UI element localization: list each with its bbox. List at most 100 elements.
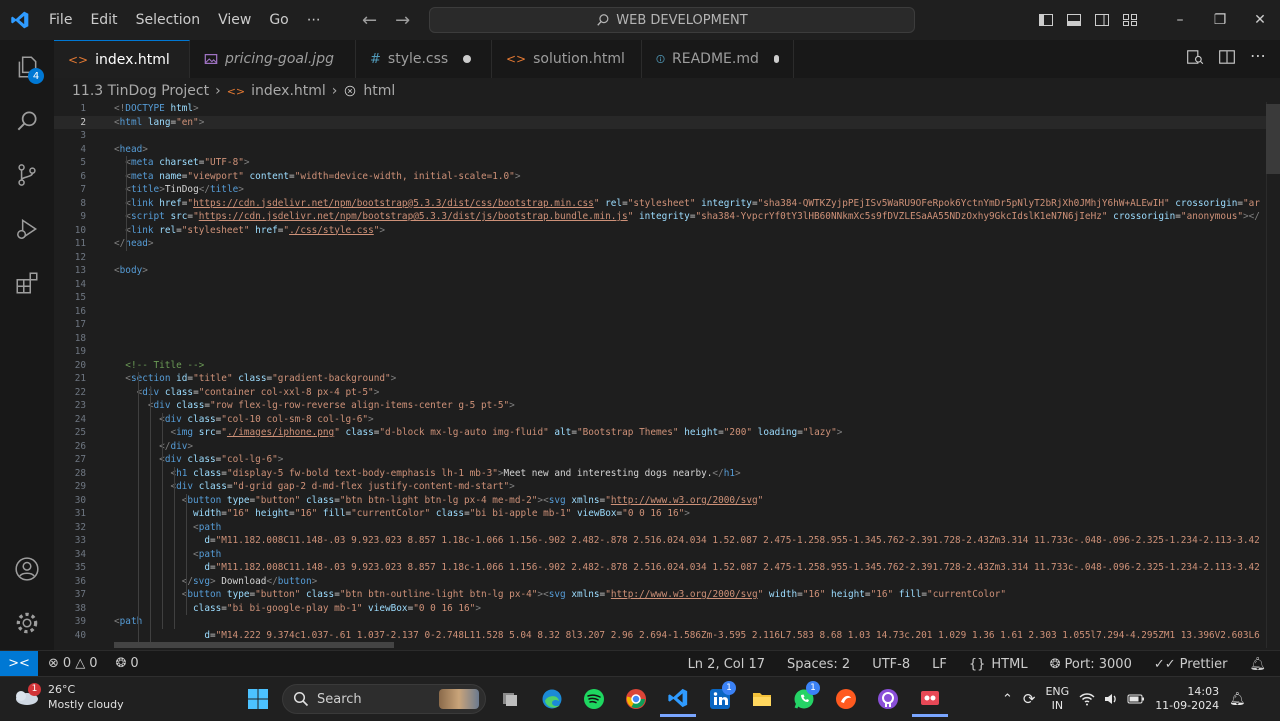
line-content[interactable]: d="M11.182.008C11.148-.03 9.923.023 8.85… <box>114 534 1260 548</box>
line-content[interactable]: </head> <box>114 237 154 251</box>
code-line[interactable]: 26 </div> <box>54 440 1266 454</box>
code-line[interactable]: 14 <box>54 278 1266 292</box>
whatsapp-app[interactable]: 1 <box>786 681 822 717</box>
code-editor[interactable]: 1 <!DOCTYPE html> 2 <html lang="en"> 3 4 <head… <box>54 102 1266 648</box>
code-line[interactable]: 8 <link href="https://cdn.jsdelivr.net/n… <box>54 197 1266 211</box>
bell-icon[interactable]: 🔔︎ <box>1249 657 1266 672</box>
split-editor-icon[interactable] <box>1218 48 1236 66</box>
code-line[interactable]: 27 <div class="col-lg-6"> <box>54 453 1266 467</box>
end-of-line[interactable]: LF <box>932 657 947 672</box>
menu-view[interactable]: View <box>209 0 260 40</box>
line-content[interactable]: <link href="https://cdn.jsdelivr.net/npm… <box>114 197 1260 211</box>
line-content[interactable]: </div> <box>114 440 193 454</box>
spotify-app[interactable] <box>576 681 612 717</box>
code-line[interactable]: 30 <button type="button" class="btn btn-… <box>54 494 1266 508</box>
code-line[interactable]: 2 <html lang="en"> <box>54 115 1266 129</box>
red-app[interactable] <box>828 681 864 717</box>
horizontal-scrollbar-thumb[interactable] <box>114 642 394 648</box>
vscode-logo-icon[interactable] <box>0 0 40 40</box>
vscode-app[interactable] <box>660 681 696 717</box>
line-content[interactable]: <path <box>114 521 221 535</box>
search-view-button[interactable] <box>0 94 54 148</box>
weather-widget[interactable]: 1 26°C Mostly cloudy <box>12 682 124 712</box>
line-content[interactable]: width="16" height="16" fill="currentColo… <box>114 507 690 521</box>
code-line[interactable]: 23 <div class="row flex-lg-row-reverse a… <box>54 399 1266 413</box>
code-line[interactable]: 37 <button type="button" class="btn btn-… <box>54 588 1266 602</box>
start-button[interactable] <box>240 681 276 717</box>
scrollbar-thumb[interactable] <box>1266 104 1280 174</box>
command-center-search[interactable]: WEB DEVELOPMENT <box>429 7 915 33</box>
code-line[interactable]: 28 <h1 class="display-5 fw-bold text-bod… <box>54 467 1266 481</box>
code-line[interactable]: 29 <div class="d-grid gap-2 d-md-flex ju… <box>54 480 1266 494</box>
line-content[interactable]: <head> <box>114 143 148 157</box>
more-actions-icon[interactable]: ⋯ <box>1250 48 1266 66</box>
encoding[interactable]: UTF-8 <box>872 657 910 672</box>
line-content[interactable]: <title>TinDog</title> <box>114 183 244 197</box>
tab-pricing-goal-jpg[interactable]: pricing-goal.jpg <box>190 40 356 78</box>
code-line[interactable]: 34 <path <box>54 548 1266 562</box>
remote-indicator-button[interactable]: >< <box>0 650 38 677</box>
line-content[interactable]: <!-- Title --> <box>114 359 204 373</box>
toggle-secondary-sidebar-icon[interactable] <box>1094 12 1110 28</box>
code-line[interactable]: 12 <box>54 251 1266 265</box>
code-line[interactable]: 38 class="bi bi-google-play mb-1" viewBo… <box>54 602 1266 616</box>
code-line[interactable]: 9 <script src="https://cdn.jsdelivr.net/… <box>54 210 1266 224</box>
code-line[interactable]: 11 </head> <box>54 237 1266 251</box>
code-line[interactable]: 4 <head> <box>54 143 1266 157</box>
chrome-app[interactable] <box>618 681 654 717</box>
code-line[interactable]: 21 <section id="title" class="gradient-b… <box>54 372 1266 386</box>
code-line[interactable]: 15 <box>54 291 1266 305</box>
extensions-button[interactable] <box>0 256 54 310</box>
line-content[interactable]: <body> <box>114 264 148 278</box>
forward-arrow-icon[interactable]: → <box>395 10 410 31</box>
open-preview-icon[interactable] <box>1186 48 1204 66</box>
code-line[interactable]: 24 <div class="col-10 col-sm-8 col-lg-6"… <box>54 413 1266 427</box>
unsaved-dot-icon[interactable] <box>463 55 472 63</box>
problems-button[interactable]: ⊗ 0 △ 0 <box>48 656 97 671</box>
sync-icon[interactable]: ⟳ <box>1023 690 1036 708</box>
code-line[interactable]: 22 <div class="container col-xxl-8 px-4 … <box>54 386 1266 400</box>
accounts-button[interactable] <box>0 542 54 596</box>
line-content[interactable]: d="M11.182.008C11.148-.03 9.923.023 8.85… <box>114 561 1260 575</box>
tab-solution-html[interactable]: <> solution.html <box>492 40 642 78</box>
code-line[interactable]: 6 <meta name="viewport" content="width=d… <box>54 170 1266 184</box>
explorer-button[interactable]: 4 <box>0 40 54 94</box>
line-content[interactable]: <button type="button" class="btn btn-out… <box>114 588 1006 602</box>
menu-edit[interactable]: Edit <box>81 0 126 40</box>
code-line[interactable]: 33 d="M11.182.008C11.148-.03 9.923.023 8… <box>54 534 1266 548</box>
line-content[interactable]: <div class="col-lg-6"> <box>114 453 283 467</box>
chevron-up-icon[interactable]: ⌃ <box>1002 692 1013 707</box>
indentation[interactable]: Spaces: 2 <box>787 657 850 672</box>
code-line[interactable]: 17 <box>54 318 1266 332</box>
line-content[interactable]: <!DOCTYPE html> <box>114 102 199 116</box>
code-line[interactable]: 32 <path <box>54 521 1266 535</box>
line-content[interactable]: <button type="button" class="btn btn-lig… <box>114 494 764 508</box>
breadcrumb-folder[interactable]: 11.3 TinDog Project <box>72 83 209 99</box>
line-content[interactable]: <h1 class="display-5 fw-bold text-body-e… <box>114 467 740 481</box>
line-content[interactable]: class="bi bi-google-play mb-1" viewBox="… <box>114 602 481 616</box>
source-control-button[interactable] <box>0 148 54 202</box>
snipping-tool-app[interactable] <box>912 681 948 717</box>
line-content[interactable]: <div class="row flex-lg-row-reverse alig… <box>114 399 515 413</box>
run-debug-button[interactable] <box>0 202 54 256</box>
line-content[interactable]: d="M14.222 9.374c1.037-.61 1.037-2.137 0… <box>114 629 1260 643</box>
cursor-position[interactable]: Ln 2, Col 17 <box>688 657 765 672</box>
ports-button[interactable]: ❂ 0 <box>115 656 138 671</box>
menu-file[interactable]: File <box>40 0 81 40</box>
notification-bell-icon[interactable]: 🔔︎ <box>1229 692 1246 707</box>
language-mode[interactable]: {} HTML <box>969 657 1028 672</box>
code-line[interactable]: 7 <title>TinDog</title> <box>54 183 1266 197</box>
manage-button[interactable] <box>0 596 54 650</box>
code-line[interactable]: 35 d="M11.182.008C11.148-.03 9.923.023 8… <box>54 561 1266 575</box>
unsaved-dot-icon[interactable] <box>773 55 779 63</box>
live-server-port[interactable]: ❂ Port: 3000 <box>1050 657 1132 672</box>
back-arrow-icon[interactable]: ← <box>362 10 377 31</box>
code-line[interactable]: 19 <box>54 345 1266 359</box>
line-content[interactable]: <path <box>114 548 221 562</box>
code-line[interactable]: 39 <path <box>54 615 1266 629</box>
code-line[interactable]: 16 <box>54 305 1266 319</box>
code-line[interactable]: 25 <img src="./images/iphone.png" class=… <box>54 426 1266 440</box>
line-content[interactable]: </svg> Download</button> <box>114 575 318 589</box>
tab-style-css[interactable]: # style.css <box>356 40 492 78</box>
breadcrumb-symbol[interactable]: html <box>363 83 395 99</box>
